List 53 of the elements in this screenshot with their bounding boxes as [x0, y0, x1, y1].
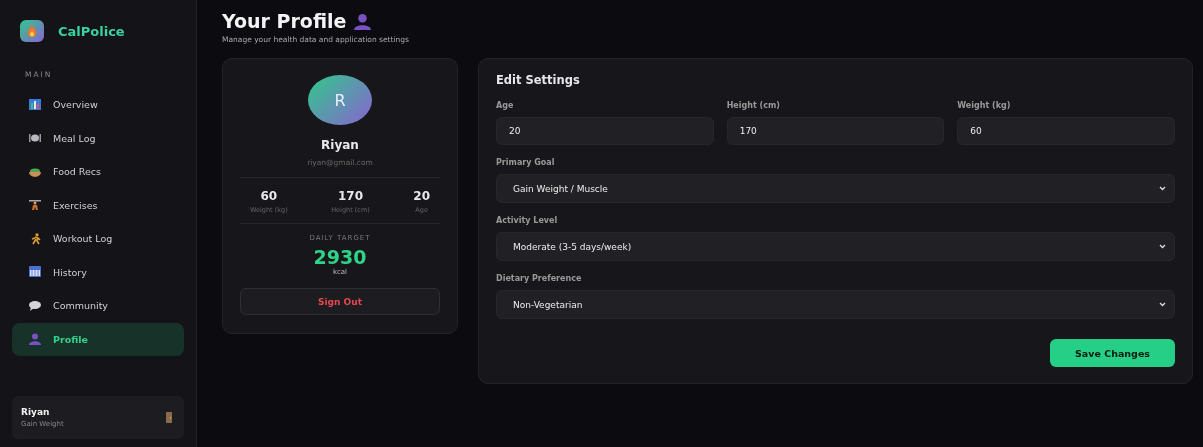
settings-title: Edit Settings	[496, 73, 581, 87]
speech-bubble-icon	[29, 299, 41, 312]
stat-value: 60	[260, 189, 278, 203]
runner-icon	[29, 232, 41, 245]
page-title: Your Profile	[222, 10, 347, 32]
calendar-icon	[29, 266, 41, 279]
field-label: Dietary Preference	[496, 274, 583, 283]
weightlifter-icon	[29, 199, 41, 212]
field-label: Primary Goal	[496, 158, 556, 167]
sign-out-button[interactable]: Sign Out	[240, 288, 440, 315]
nav-label: Overview	[53, 99, 98, 111]
chart-icon	[29, 98, 41, 111]
field-label: Activity Level	[496, 216, 559, 225]
nav-label: Exercises	[53, 199, 98, 211]
chevron-down-icon	[1159, 244, 1166, 249]
flame-logo-icon	[20, 20, 44, 42]
input-field[interactable]: 20	[496, 117, 714, 145]
stat-value: 20	[413, 189, 430, 203]
user-name: Riyan	[21, 407, 51, 417]
select-field[interactable]: Moderate (3-5 days/week)	[496, 232, 1175, 261]
nav-item[interactable]: Food Recs	[12, 155, 184, 189]
chevron-down-icon	[1159, 186, 1166, 191]
nav-item[interactable]: Meal Log	[12, 121, 184, 155]
person-icon	[354, 12, 372, 30]
chevron-down-icon	[1159, 302, 1166, 307]
field-label: Age	[496, 101, 515, 110]
nav-item[interactable]: History	[12, 255, 184, 289]
nav-label: History	[53, 266, 87, 278]
nav-item[interactable]: Community	[12, 289, 184, 323]
profile-name: Riyan	[321, 138, 359, 152]
nav-label: Community	[53, 300, 108, 312]
nav-label: Meal Log	[53, 132, 96, 144]
nav-item[interactable]: Profile	[12, 322, 184, 356]
app-name: CalPolice	[58, 23, 125, 39]
input-field[interactable]: 60	[957, 117, 1175, 145]
field-label: Height (cm)	[726, 101, 781, 110]
select-field[interactable]: Gain Weight / Muscle	[496, 174, 1175, 203]
save-button[interactable]: Save Changes	[1050, 339, 1175, 367]
field-label: Weight (kg)	[957, 101, 1012, 110]
nav-item[interactable]: Overview	[12, 88, 184, 122]
input-field[interactable]: 170	[726, 117, 945, 145]
nav-item[interactable]: Exercises	[12, 188, 184, 222]
door-icon[interactable]	[166, 412, 172, 423]
plate-icon	[29, 132, 41, 145]
person-icon	[29, 333, 41, 346]
stat-value: 170	[337, 189, 363, 203]
nav-label: Profile	[53, 333, 88, 345]
nav-label: Food Recs	[53, 166, 101, 178]
nav-item[interactable]: Workout Log	[12, 222, 184, 256]
avatar: R	[308, 75, 372, 125]
nav-label: Workout Log	[53, 233, 113, 245]
select-field[interactable]: Non-Vegetarian	[496, 290, 1175, 319]
target-value: 2930	[313, 246, 367, 268]
